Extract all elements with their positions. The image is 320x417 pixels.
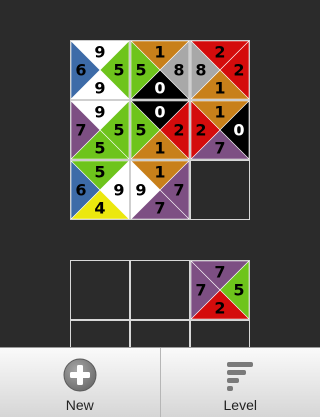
tile-number-right: 2 (173, 121, 184, 140)
tile-number-top: 5 (94, 163, 105, 182)
empty-slot[interactable] (130, 260, 190, 320)
puzzle-tile[interactable]: 5946 (70, 160, 130, 220)
puzzle-tile[interactable]: 0215 (130, 100, 190, 160)
tile-number-bottom: 7 (214, 139, 225, 158)
tile-number-bottom: 1 (154, 139, 165, 158)
add-circle-icon (62, 357, 98, 393)
tile-number-left: 7 (75, 121, 86, 140)
tile-number-left: 7 (195, 281, 206, 300)
puzzle-tile[interactable]: 1779 (130, 160, 190, 220)
tile-number-right: 8 (173, 61, 184, 80)
tile-number-bottom: 2 (214, 299, 225, 318)
tile-number-bottom: 5 (94, 139, 105, 158)
tile-number-top: 1 (214, 103, 225, 122)
level-button[interactable]: Level (160, 348, 320, 417)
tile-number-top: 1 (154, 163, 165, 182)
empty-slot[interactable] (70, 260, 130, 320)
tile-number-right: 5 (113, 121, 124, 140)
game-board: 95961805221895570215107259461779 (70, 40, 251, 221)
tile-number-left: 8 (195, 61, 206, 80)
tile-number-bottom: 7 (154, 199, 165, 218)
tile-number-bottom: 0 (154, 79, 165, 98)
level-label: Level (224, 397, 257, 413)
tile-number-top: 1 (154, 43, 165, 62)
new-game-label: New (66, 397, 94, 413)
tile-number-left: 6 (75, 61, 86, 80)
tile-number-bottom: 1 (214, 79, 225, 98)
tile-number-left: 2 (195, 121, 206, 140)
tile-number-right: 2 (233, 61, 244, 80)
tile-number-left: 5 (135, 61, 146, 80)
tile-number-left: 5 (135, 121, 146, 140)
tile-number-top: 2 (214, 43, 225, 62)
new-game-button[interactable]: New (0, 348, 160, 417)
tile-number-top: 7 (214, 263, 225, 282)
puzzle-tile[interactable]: 7527 (190, 260, 250, 320)
puzzle-tile[interactable]: 9557 (70, 100, 130, 160)
puzzle-tile[interactable]: 1072 (190, 100, 250, 160)
tile-number-right: 5 (113, 61, 124, 80)
tile-number-right: 7 (173, 181, 184, 200)
tile-number-right: 5 (233, 281, 244, 300)
tile-tray: 7527 (70, 260, 251, 350)
tile-number-right: 9 (113, 181, 124, 200)
tile-number-top: 9 (94, 43, 105, 62)
tile-number-top: 9 (94, 103, 105, 122)
tile-number-right: 0 (233, 121, 244, 140)
puzzle-tile[interactable]: 1805 (130, 40, 190, 100)
tile-number-left: 6 (75, 181, 86, 200)
tile-number-top: 0 (154, 103, 165, 122)
empty-slot[interactable] (190, 160, 250, 220)
puzzle-tile[interactable]: 2218 (190, 40, 250, 100)
level-bars-icon (222, 357, 258, 393)
tile-number-bottom: 4 (94, 199, 105, 218)
puzzle-tile[interactable]: 9596 (70, 40, 130, 100)
bottom-toolbar: New Level (0, 347, 320, 417)
tile-number-bottom: 9 (94, 79, 105, 98)
tile-number-left: 9 (135, 181, 146, 200)
